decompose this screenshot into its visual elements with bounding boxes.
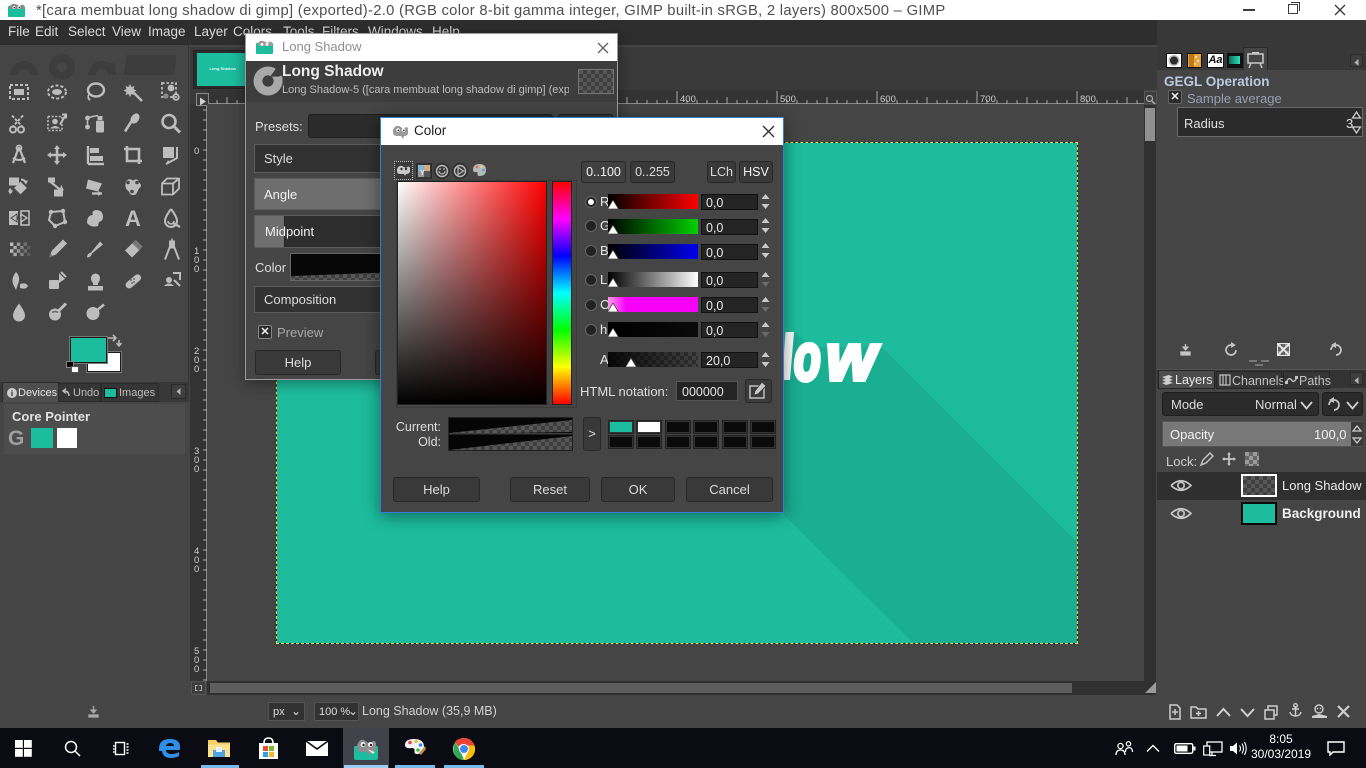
svg-text:400: 400 bbox=[680, 94, 696, 104]
svg-text:Y: Y bbox=[420, 170, 425, 177]
svg-text:800: 800 bbox=[1080, 94, 1096, 104]
svg-text:0: 0 bbox=[194, 564, 199, 575]
svg-text:0: 0 bbox=[194, 664, 199, 675]
svg-text:600: 600 bbox=[880, 94, 896, 104]
svg-text:0: 0 bbox=[194, 364, 199, 375]
svg-text:0: 0 bbox=[194, 264, 199, 275]
svg-text:0: 0 bbox=[194, 464, 199, 475]
svg-text:A: A bbox=[125, 206, 141, 231]
svg-text:700: 700 bbox=[980, 94, 996, 104]
svg-text:0: 0 bbox=[194, 146, 199, 157]
svg-text:i: i bbox=[11, 389, 13, 398]
svg-text:500: 500 bbox=[780, 94, 796, 104]
